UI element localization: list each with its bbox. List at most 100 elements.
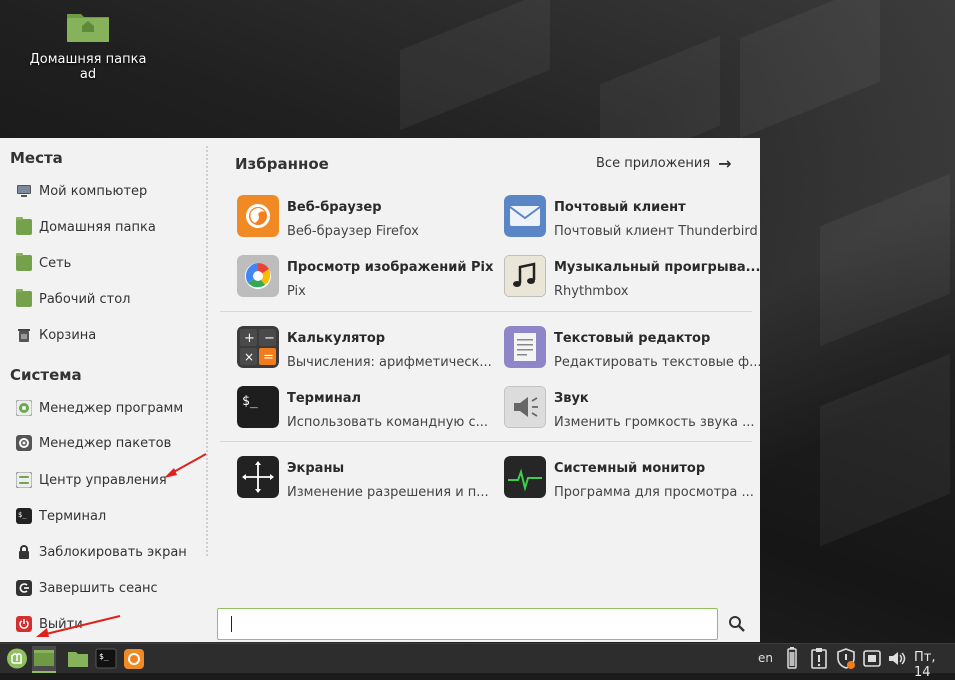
show-desktop-icon[interactable] (32, 646, 56, 673)
calculator-icon: + − × = (237, 326, 279, 368)
places-item-label: Мой компьютер (39, 183, 148, 199)
mint-menu-icon[interactable] (4, 646, 30, 671)
app-system-monitor[interactable]: Системный монитор Программа для просмотр… (504, 456, 764, 506)
places-item-label: Сеть (39, 255, 72, 271)
update-manager-icon[interactable] (808, 646, 830, 671)
terminal-icon: $_ (16, 508, 32, 524)
search-icon[interactable] (726, 613, 748, 635)
svg-text:+: + (244, 331, 255, 346)
svg-text:=: = (263, 350, 274, 365)
system-item-label: Терминал (39, 508, 107, 524)
bottom-panel: $_ en Пт, 14 (0, 643, 955, 680)
terminal-icon: $_ (237, 386, 279, 428)
system-item-terminal[interactable]: $_ Терминал (16, 504, 106, 528)
app-music-player[interactable]: Музыкальный проигрыва... Rhythmbox (504, 255, 764, 305)
app-displays[interactable]: Экраны Изменение разрешения и п... (237, 456, 497, 506)
shield-warning-icon[interactable] (834, 646, 858, 671)
app-description: Редактировать текстовые ф... (554, 355, 762, 370)
app-title: Экраны (287, 461, 345, 476)
keyboard-layout-indicator[interactable]: en (758, 651, 773, 665)
app-calculator[interactable]: + − × = Калькулятор Вычисления: арифметичес… (237, 326, 497, 376)
system-item-package-manager[interactable]: Менеджер пакетов (16, 431, 171, 455)
places-item-home[interactable]: Домашняя папка (16, 215, 156, 239)
app-description: Изменить громкость звука ... (554, 415, 755, 430)
network-icon[interactable] (861, 646, 883, 671)
clock[interactable]: Пт, 14 (914, 650, 955, 680)
app-description: Rhythmbox (554, 284, 629, 299)
system-item-control-center[interactable]: Центр управления (15, 468, 167, 492)
app-description: Веб-браузер Firefox (287, 224, 419, 239)
places-item-label: Домашняя папка (39, 219, 156, 235)
control-center-icon (15, 471, 33, 489)
file-manager-icon[interactable] (66, 646, 90, 671)
app-description: Программа для просмотра ... (554, 485, 754, 500)
app-text-editor[interactable]: Текстовый редактор Редактировать текстов… (504, 326, 764, 376)
all-applications-button[interactable]: Все приложения → (596, 154, 732, 173)
places-item-label: Рабочий стол (39, 291, 131, 307)
places-item-computer[interactable]: Мой компьютер (16, 179, 147, 203)
app-terminal[interactable]: $_ Терминал Использовать командную с... (237, 386, 497, 436)
volume-icon[interactable] (886, 646, 908, 671)
places-item-label: Корзина (39, 327, 97, 343)
app-web-browser[interactable]: Веб-браузер Веб-браузер Firefox (237, 195, 497, 245)
svg-text:$_: $_ (99, 652, 109, 661)
app-title: Калькулятор (287, 331, 386, 346)
home-folder-icon (16, 217, 32, 235)
battery-icon[interactable] (784, 646, 800, 671)
app-title: Текстовый редактор (554, 331, 711, 346)
desktop-home-folder[interactable]: Домашняя папка ad (22, 10, 154, 82)
music-player-icon (504, 255, 546, 297)
text-editor-icon (504, 326, 546, 368)
all-applications-label: Все приложения (596, 156, 711, 171)
app-description: Вычисления: арифметическ... (287, 355, 492, 370)
network-folder-icon (16, 253, 32, 271)
app-description: Pix (287, 284, 306, 299)
software-manager-icon (15, 399, 33, 417)
app-title: Почтовый клиент (554, 200, 686, 215)
annotation-arrow-icon (36, 615, 121, 637)
system-item-label: Менеджер программ (39, 400, 184, 416)
app-title: Музыкальный проигрыва... (554, 260, 761, 275)
text-caret (231, 616, 232, 632)
favorites-title: Избранное (235, 155, 329, 173)
app-title: Системный монитор (554, 461, 706, 476)
places-item-network[interactable]: Сеть (16, 251, 71, 275)
power-icon (16, 616, 32, 632)
system-item-label: Завершить сеанс (39, 580, 158, 596)
system-item-logout[interactable]: Завершить сеанс (16, 576, 158, 600)
system-title: Система (10, 366, 82, 384)
lock-icon (16, 544, 32, 560)
app-sound[interactable]: Звук Изменить громкость звука ... (504, 386, 764, 436)
app-mail-client[interactable]: Почтовый клиент Почтовый клиент Thunderb… (504, 195, 764, 245)
app-description: Почтовый клиент Thunderbird (554, 224, 758, 239)
app-description: Изменение разрешения и п... (287, 485, 489, 500)
trash-icon (16, 327, 32, 343)
places-sidebar: Места Мой компьютер Домашняя папка Сеть … (0, 138, 207, 642)
system-item-label: Заблокировать экран (39, 544, 187, 560)
app-description: Использовать командную с... (287, 415, 489, 430)
terminal-launcher-icon[interactable]: $_ (94, 646, 118, 671)
mail-icon (504, 195, 546, 237)
section-separator (220, 311, 752, 312)
search-input[interactable] (217, 608, 718, 640)
places-title: Места (10, 149, 63, 167)
logout-icon (16, 580, 32, 596)
places-item-desktop[interactable]: Рабочий стол (16, 287, 130, 311)
app-title: Звук (554, 391, 589, 406)
package-manager-icon (16, 435, 32, 451)
system-item-label: Центр управления (39, 472, 167, 488)
svg-text:−: − (264, 331, 275, 346)
computer-icon (16, 183, 32, 199)
system-item-software-manager[interactable]: Менеджер программ (15, 396, 184, 420)
app-title: Веб-браузер (287, 200, 382, 215)
arrow-right-icon: → (718, 154, 732, 173)
home-folder-icon (65, 10, 111, 44)
system-item-lock-screen[interactable]: Заблокировать экран (16, 540, 187, 564)
app-image-viewer[interactable]: Просмотр изображений Pix Pix (237, 255, 497, 305)
system-item-label: Менеджер пакетов (39, 435, 172, 451)
firefox-launcher-icon[interactable] (122, 646, 146, 671)
places-item-trash[interactable]: Корзина (16, 323, 96, 347)
sound-icon (504, 386, 546, 428)
desktop-folder-icon (16, 289, 32, 307)
sidebar-divider (206, 146, 208, 556)
